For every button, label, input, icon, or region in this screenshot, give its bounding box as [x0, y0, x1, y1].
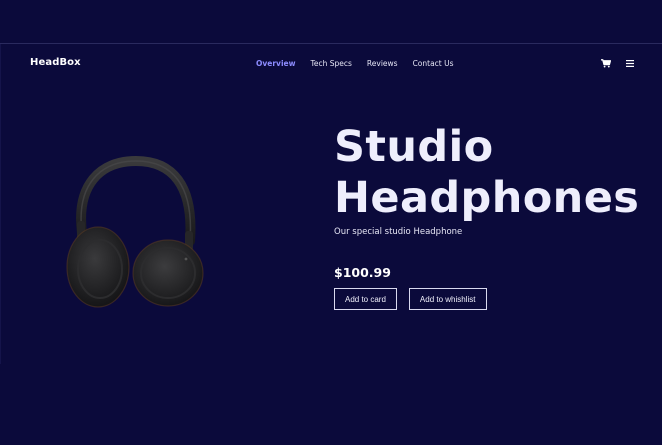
- headphones-image: [60, 155, 210, 315]
- product-price: $100.99: [334, 265, 391, 280]
- cart-icon[interactable]: [601, 58, 611, 68]
- product-subtitle: Our special studio Headphone: [334, 227, 463, 237]
- nav-link-contact-us[interactable]: Contact Us: [413, 59, 454, 68]
- left-divider: [0, 44, 1, 364]
- nav-link-overview[interactable]: Overview: [256, 59, 296, 68]
- product-title-line1: Studio: [334, 122, 494, 172]
- menu-icon[interactable]: [625, 58, 635, 68]
- nav-icons: [601, 58, 635, 68]
- product-page: HeadBox Overview Tech Specs Reviews Cont…: [0, 0, 662, 445]
- add-to-wishlist-button[interactable]: Add to whishlist: [408, 288, 487, 310]
- hero-section: Studio Headphones Our special studio Hea…: [334, 122, 654, 310]
- nav-link-tech-specs[interactable]: Tech Specs: [311, 59, 352, 68]
- product-actions: Add to card Add to whishlist: [334, 288, 654, 310]
- nav-link-reviews[interactable]: Reviews: [367, 59, 398, 68]
- product-title: Studio Headphones: [334, 122, 654, 224]
- brand-logo[interactable]: HeadBox: [30, 57, 81, 68]
- nav-links: Overview Tech Specs Reviews Contact Us: [256, 59, 454, 68]
- product-title-line2: Headphones: [334, 173, 640, 223]
- navbar: HeadBox Overview Tech Specs Reviews Cont…: [0, 44, 662, 84]
- add-to-cart-button[interactable]: Add to card: [334, 288, 397, 310]
